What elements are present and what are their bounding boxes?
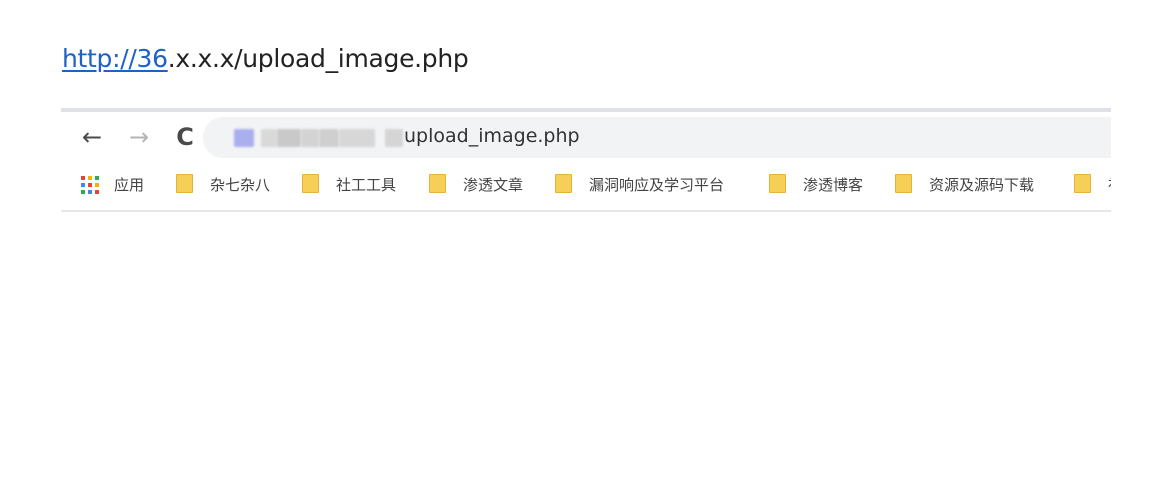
bookmark-folder-label: 社工工具: [336, 176, 397, 194]
bookmark-folder-label: 杂七杂八: [210, 176, 271, 194]
address-bar[interactable]: upload_image.php: [203, 117, 1111, 158]
apps-grid-icon: [81, 176, 99, 194]
bookmark-folder-label: 渗透博客: [803, 176, 864, 194]
url-link[interactable]: http://36: [62, 44, 168, 73]
redacted-url-block: [319, 129, 339, 147]
folder-icon: [429, 174, 446, 193]
toolbar-divider: [61, 210, 1111, 212]
bookmark-folder-label: 漏洞响应及学习平台: [589, 176, 725, 194]
redacted-url-block: [301, 129, 319, 147]
folder-icon: [895, 174, 912, 193]
bookmark-folder[interactable]: 社: [1074, 173, 1111, 197]
reload-icon[interactable]: C: [172, 124, 198, 150]
bookmark-folder-label: 社: [1108, 173, 1111, 197]
redacted-url-block: [277, 129, 301, 147]
bookmark-folder[interactable]: 资源及源码下载: [895, 173, 1034, 197]
bookmark-folder-label: 渗透文章: [463, 176, 524, 194]
folder-icon: [302, 174, 319, 193]
bookmark-folder[interactable]: 漏洞响应及学习平台: [555, 173, 724, 197]
document-url-line: http://36.x.x.x/upload_image.php: [62, 44, 469, 73]
redacted-url-block: [385, 129, 403, 147]
bookmark-folder[interactable]: 社工工具: [302, 173, 396, 197]
bookmark-folder[interactable]: 渗透文章: [429, 173, 523, 197]
back-arrow-icon[interactable]: ←: [79, 124, 105, 150]
folder-icon: [1074, 174, 1091, 193]
bookmarks-bar: 应用 杂七杂八 社工工具 渗透文章 漏洞响应及学习平台 渗透博客 资源及源码下载…: [81, 173, 1111, 197]
bookmark-apps-label: 应用: [114, 176, 145, 194]
site-info-icon[interactable]: [234, 129, 254, 147]
tab-strip-edge: [61, 108, 1111, 112]
bookmark-folder[interactable]: 杂七杂八: [176, 173, 270, 197]
bookmark-folder-label: 资源及源码下载: [929, 176, 1035, 194]
url-rest-text: .x.x.x/upload_image.php: [167, 44, 469, 73]
folder-icon: [769, 174, 786, 193]
folder-icon: [176, 174, 193, 193]
redacted-url-block: [339, 129, 375, 147]
bookmark-folder[interactable]: 渗透博客: [769, 173, 863, 197]
address-bar-url[interactable]: upload_image.php: [404, 125, 580, 147]
redacted-url-block: [261, 129, 277, 147]
forward-arrow-icon[interactable]: →: [126, 124, 152, 150]
folder-icon: [555, 174, 572, 193]
bookmark-apps[interactable]: 应用: [81, 173, 144, 197]
